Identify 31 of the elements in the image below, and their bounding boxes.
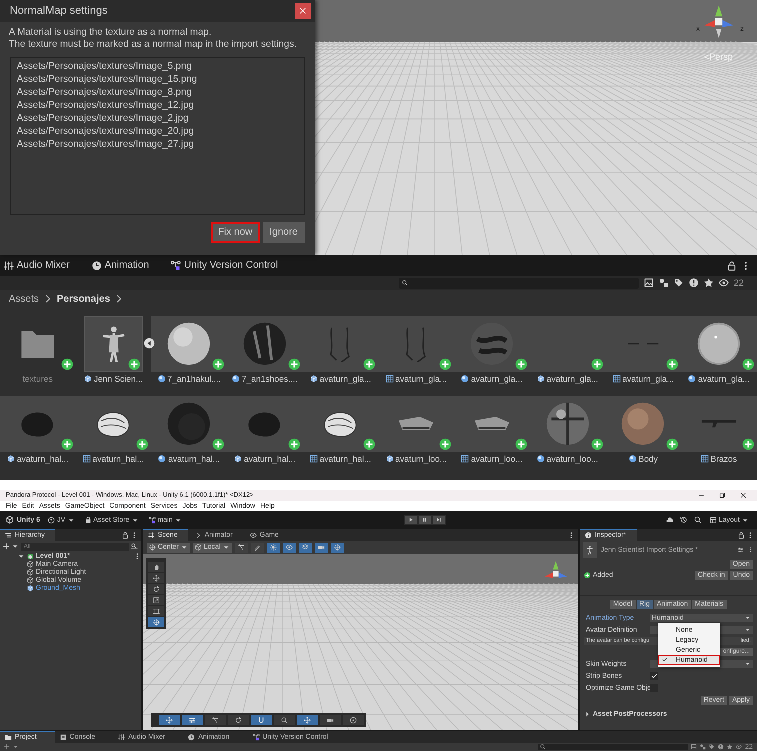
file-path: Assets/Personajes/textures/Image_20.jpg (17, 125, 196, 138)
asset-name: avaturn_gla... (320, 374, 372, 384)
asset-name: avaturn_gla... (471, 374, 523, 384)
file-path: Assets/Personajes/textures/Image_15.png (17, 73, 198, 86)
file-path: Assets/Personajes/textures/Image_27.jpg (17, 138, 196, 151)
message-line: A Material is using the texture as a normal map. (9, 27, 213, 39)
asset-name: avaturn_gla... (396, 374, 448, 384)
asset-name: 7_an1hakul.... (168, 374, 221, 384)
message-line: The texture must be marked as a normal map in the import settings. (9, 39, 298, 51)
asset-name: Brazos (710, 454, 738, 464)
file-path: Assets/Personajes/textures/Image_5.png (17, 60, 193, 73)
asset-name: avaturn_loo... (396, 454, 448, 464)
file-path: Assets/Personajes/textures/Image_8.png (17, 86, 193, 99)
asset-name: textures (22, 374, 53, 384)
asset-name: avaturn_hal... (17, 454, 69, 464)
asset-name: avaturn_gla... (622, 374, 674, 384)
asset-name: Jenn Scien... (94, 374, 144, 384)
asset-name: avaturn_loo... (546, 454, 598, 464)
asset-name: avaturn_gla... (546, 374, 598, 384)
asset-name: avaturn_hal... (320, 454, 372, 464)
dialog-title: NormalMap settings (10, 5, 108, 17)
asset-name: 7_an1shoes.... (242, 374, 298, 384)
asset-name: avaturn_hal... (168, 454, 220, 464)
file-path: Assets/Personajes/textures/Image_12.jpg (17, 99, 196, 112)
asset-name: Body (638, 454, 658, 464)
hidden-count: 22 (734, 278, 744, 288)
asset-name: avaturn_gla... (698, 374, 750, 384)
asset-name: avaturn_hal... (92, 454, 144, 464)
asset-name: avaturn_loo... (471, 454, 523, 464)
asset-name: avaturn_hal... (244, 454, 296, 464)
file-path: Assets/Personajes/textures/Image_2.jpg (17, 112, 190, 125)
